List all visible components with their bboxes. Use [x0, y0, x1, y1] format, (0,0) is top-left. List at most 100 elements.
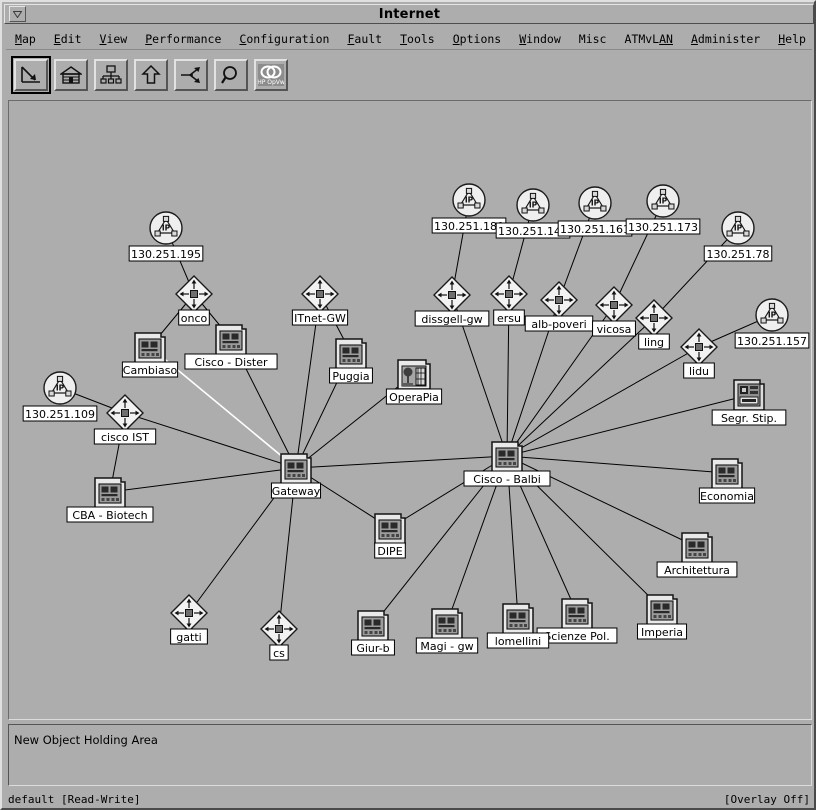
map-node-label: 130.251.109 — [25, 408, 95, 421]
network-map[interactable]: IP — [9, 101, 811, 719]
map-node-label: 130.251.173 — [628, 221, 698, 234]
new-object-holding-area[interactable]: New Object Holding Area — [8, 724, 812, 786]
map-link[interactable] — [295, 373, 415, 469]
map-node-n13025178[interactable]: 130.251.78 — [703, 211, 773, 262]
toolbar-button-openview[interactable]: HP OpVw — [254, 59, 288, 91]
map-node-n130251180[interactable]: 130.251.180 — [431, 183, 507, 234]
switch-node-icon — [374, 513, 406, 545]
menu-item-atmvlan[interactable]: ATMvLAN — [615, 30, 681, 48]
map-node-vicosa[interactable]: vicosa — [592, 286, 636, 337]
map-node-label: ersu — [497, 312, 521, 325]
map-node-magigw[interactable]: Magi - gw — [415, 608, 479, 654]
map-node-imperia[interactable]: Imperia — [636, 594, 688, 640]
map-node-gatti[interactable]: gatti — [170, 594, 208, 645]
map-node-label: lomellini — [495, 635, 541, 648]
map-node-ersu[interactable]: ersu — [490, 275, 528, 326]
router-node-icon — [106, 394, 144, 432]
map-node-n130251173[interactable]: 130.251.173 — [625, 184, 701, 235]
map-node-label: Giur-b — [356, 642, 389, 655]
menu-item-tools[interactable]: Tools — [391, 30, 444, 48]
window-menu-button[interactable] — [9, 6, 26, 22]
switch-node-icon — [561, 598, 593, 630]
menu-item-map[interactable]: Map — [6, 30, 45, 48]
map-node-dipe[interactable]: DIPE — [374, 513, 406, 559]
menu-item-view[interactable]: View — [91, 30, 137, 48]
menu-item-help[interactable]: Help — [769, 30, 816, 48]
map-node-cs[interactable]: cs — [260, 610, 298, 661]
map-node-n130251161[interactable]: 130.251.161 — [557, 186, 633, 237]
toolbar-button-root-map[interactable] — [11, 56, 51, 94]
map-node-albpoveri[interactable]: alb-poveri — [524, 281, 594, 332]
expand-arrows-icon — [180, 65, 202, 85]
router-node-icon — [260, 610, 298, 648]
title-bar: Internet — [4, 4, 814, 24]
map-node-economia[interactable]: Economia — [698, 458, 756, 504]
menu-item-administer[interactable]: Administer — [682, 30, 769, 48]
map-link[interactable] — [109, 467, 297, 493]
map-node-label: OperaPia — [389, 391, 439, 404]
map-node-onco[interactable]: onco — [175, 275, 213, 326]
map-node-itnetgw[interactable]: ITnet-GW — [291, 275, 349, 326]
map-node-operapia[interactable]: OperaPia — [385, 359, 443, 405]
map-node-label: Cisco - Balbi — [473, 473, 541, 486]
map-link[interactable] — [506, 317, 655, 457]
menu-item-fault[interactable]: Fault — [338, 30, 391, 48]
map-node-architettura[interactable]: Architettura — [656, 532, 738, 578]
toolbar-button-navigate[interactable] — [174, 59, 208, 91]
map-link[interactable] — [506, 455, 728, 474]
map-node-label: Economia — [700, 490, 754, 503]
menu-item-window[interactable]: Window — [510, 30, 570, 48]
map-node-label: Scienze Pol. — [544, 630, 609, 643]
menu-item-edit[interactable]: Edit — [45, 30, 91, 48]
map-node-label: 130.251.157 — [737, 335, 807, 348]
toolbar-button-parent-submap[interactable] — [134, 59, 168, 91]
router-node-icon — [540, 281, 578, 319]
map-node-n130251109[interactable]: 130.251.109 — [22, 371, 98, 422]
map-link[interactable] — [506, 346, 700, 457]
map-link[interactable] — [653, 227, 739, 319]
map-node-label: 130.251.195 — [131, 248, 201, 261]
map-link[interactable] — [389, 455, 508, 529]
map-node-cbabiotech[interactable]: CBA - Biotech — [66, 477, 154, 523]
map-link[interactable] — [295, 455, 508, 469]
menu-item-configuration[interactable]: Configuration — [230, 30, 338, 48]
menu-item-options[interactable]: Options — [444, 30, 510, 48]
map-node-cambiaso[interactable]: Cambiaso — [121, 332, 179, 378]
router-node-icon — [301, 275, 339, 313]
map-node-dissgellgw[interactable]: dissgell-gw — [414, 276, 490, 327]
map-node-ling[interactable]: ling — [635, 299, 673, 350]
toolbar-button-hierarchy[interactable] — [94, 59, 128, 91]
network-node-icon — [149, 211, 183, 245]
map-node-label: ITnet-GW — [294, 312, 346, 325]
menu-item-performance[interactable]: Performance — [136, 30, 230, 48]
map-node-giurb[interactable]: Giur-b — [351, 610, 395, 656]
map-link[interactable] — [506, 455, 698, 548]
map-node-n130251195[interactable]: 130.251.195 — [128, 211, 204, 262]
toolbar-button-home[interactable] — [54, 59, 88, 91]
router-node-icon — [680, 328, 718, 366]
home-icon — [60, 65, 82, 85]
map-node-label: Architettura — [664, 564, 730, 577]
map-canvas-container[interactable]: IP — [8, 100, 812, 720]
switch-node-icon — [646, 594, 678, 626]
map-node-segrstip[interactable]: Segr. Stip. — [711, 379, 787, 426]
switch-node-icon — [711, 458, 743, 490]
map-link[interactable] — [613, 200, 664, 306]
map-node-label: alb-poveri — [531, 318, 586, 331]
map-node-puggia[interactable]: Puggia — [329, 338, 373, 384]
router-node-icon — [595, 286, 633, 324]
map-node-ciscodister[interactable]: Cisco - Dister — [184, 324, 278, 370]
map-node-gateway[interactable]: Gateway — [270, 453, 322, 499]
menu-item-misc[interactable]: Misc — [570, 30, 616, 48]
magnifier-icon — [220, 65, 242, 85]
toolbar-button-zoom[interactable] — [214, 59, 248, 91]
map-node-label: Magi - gw — [420, 640, 473, 653]
switch-node-icon — [681, 532, 713, 564]
switch-node-icon — [335, 338, 367, 370]
map-node-lidu[interactable]: lidu — [680, 328, 718, 379]
network-node-icon — [516, 188, 550, 222]
map-nodes: 130.251.195130.251.180130.251.141130.251… — [22, 183, 810, 661]
map-node-n130251157[interactable]: 130.251.157 — [734, 298, 810, 349]
map-node-label: Imperia — [641, 626, 683, 639]
map-node-lomellini[interactable]: lomellini — [486, 603, 550, 649]
